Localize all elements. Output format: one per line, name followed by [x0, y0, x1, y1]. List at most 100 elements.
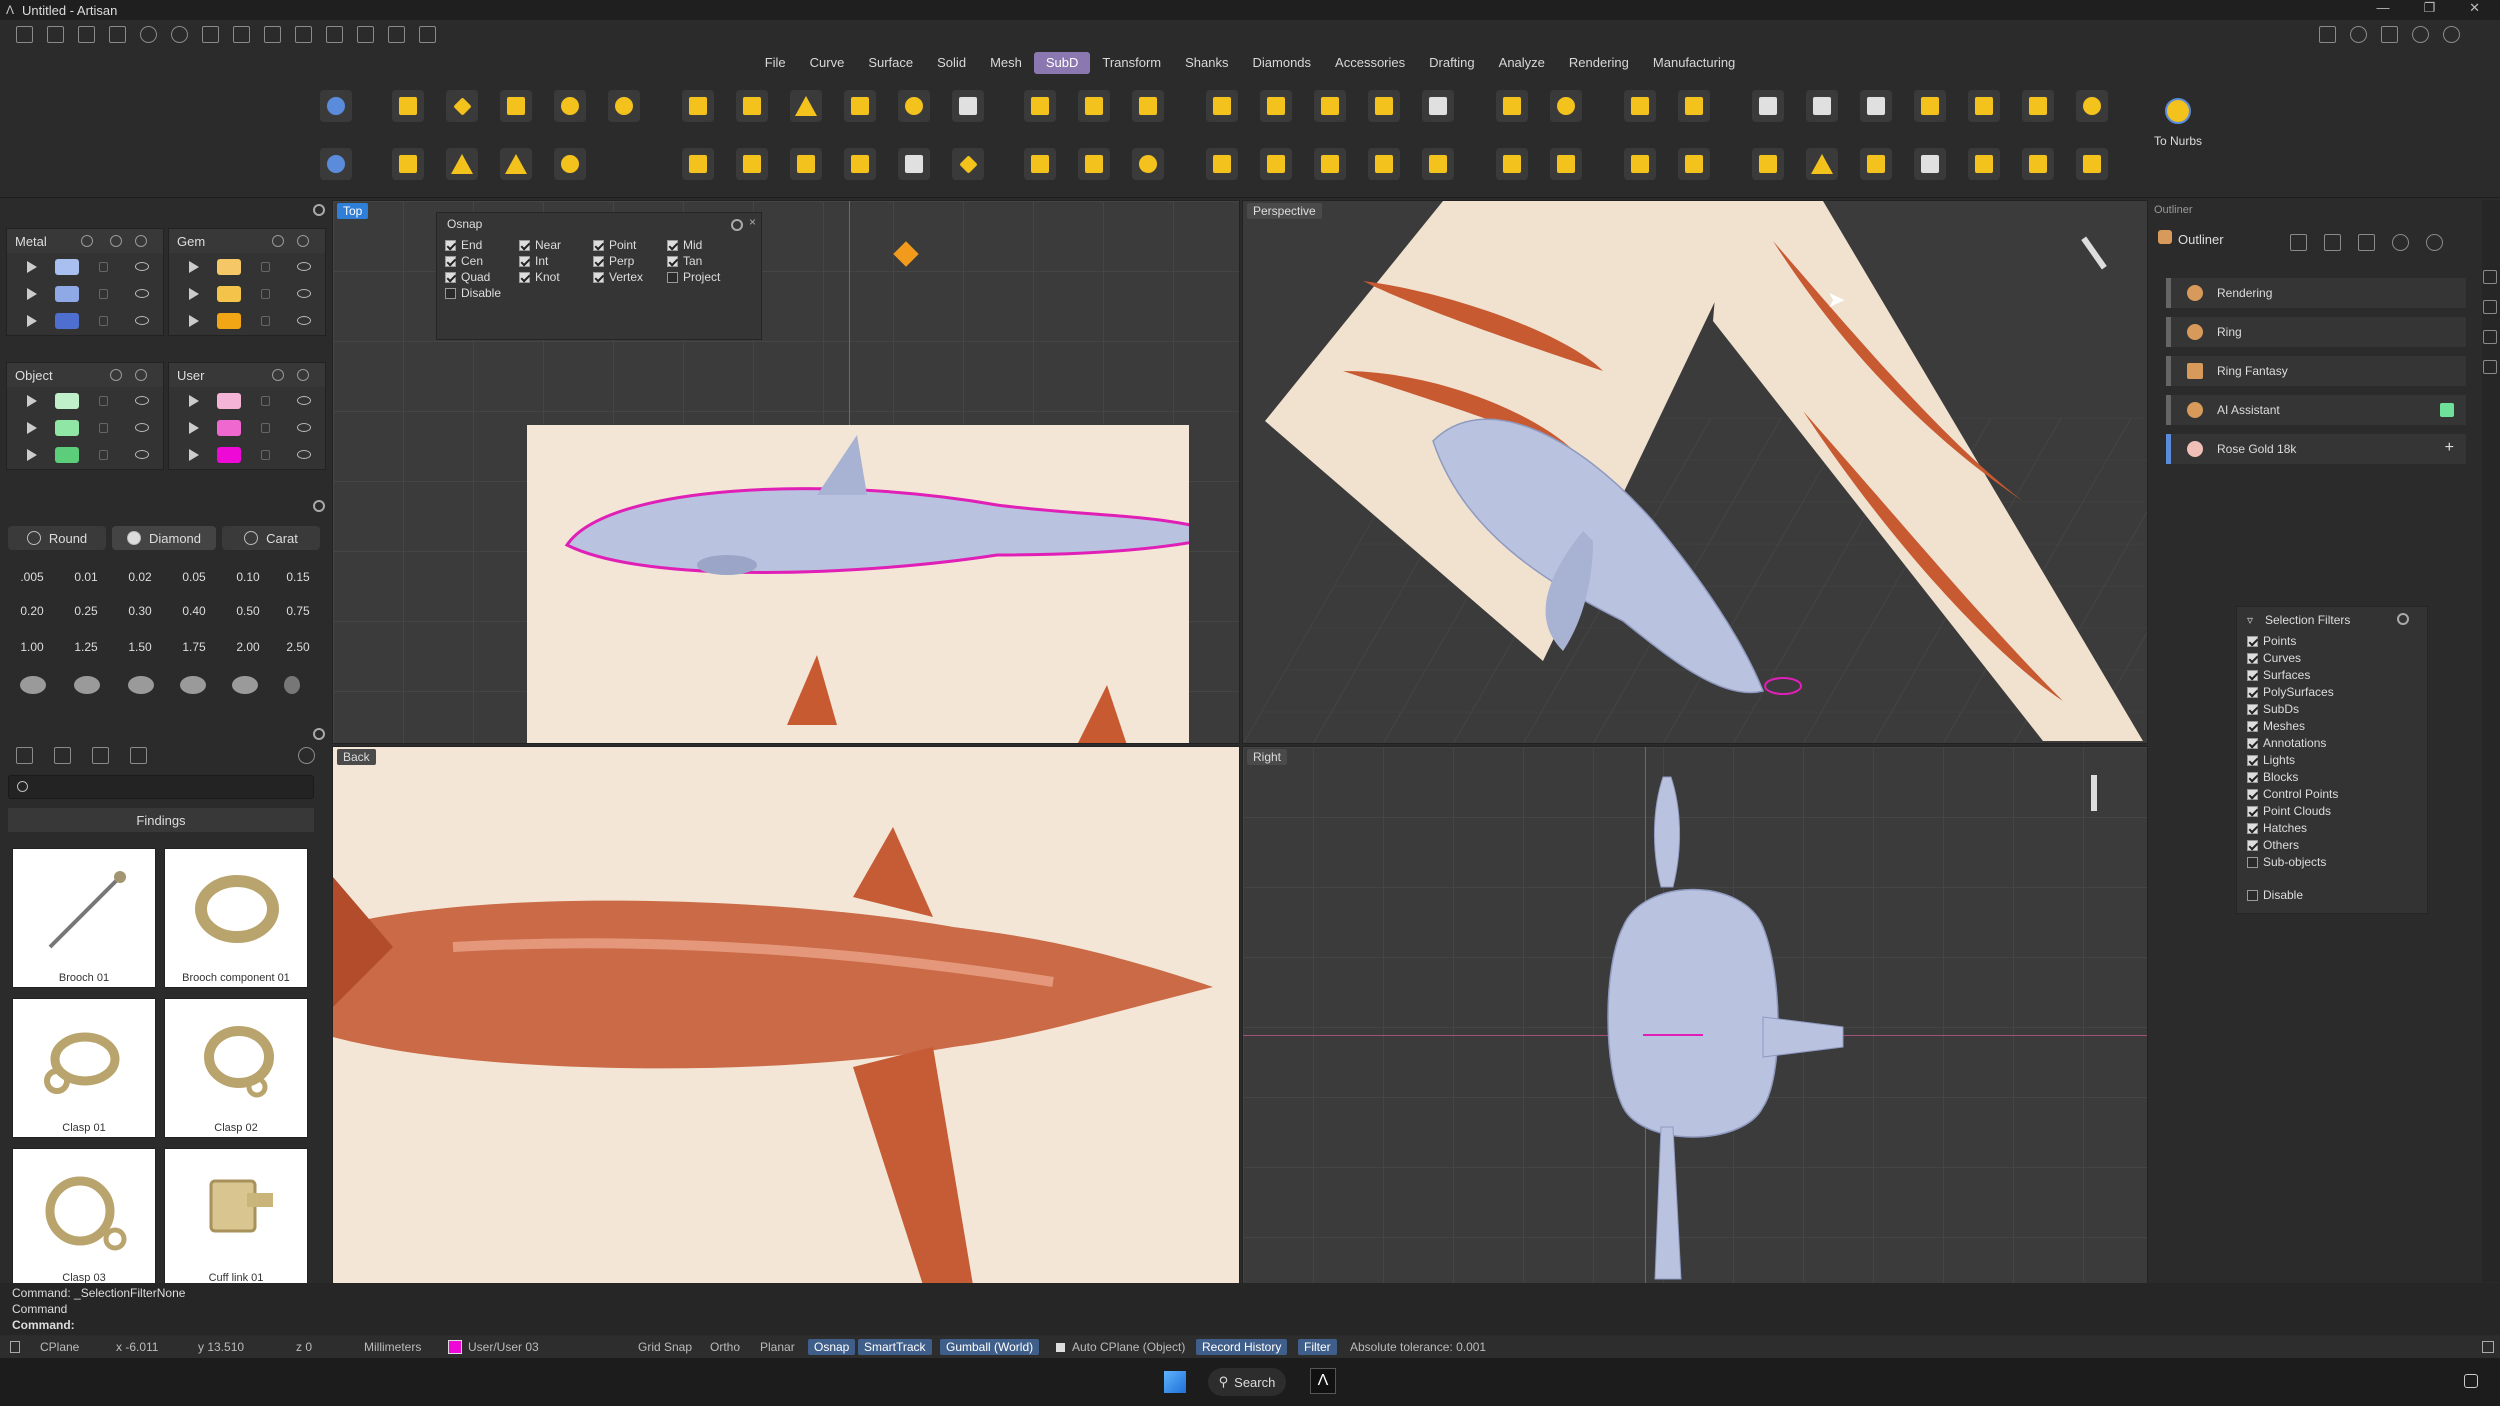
checkbox[interactable] [2247, 856, 2258, 868]
eye-icon[interactable] [297, 369, 309, 381]
gem-size-cell[interactable]: 1.00 [8, 634, 56, 660]
subd-tool-icon[interactable] [1496, 90, 1528, 122]
record-history-toggle[interactable]: Record History [1196, 1339, 1288, 1355]
viewport-label-perspective[interactable]: Perspective [1247, 203, 1322, 219]
subd-tool-icon[interactable] [1624, 90, 1656, 122]
tab-diamonds[interactable]: Diamonds [1241, 52, 1324, 74]
osnap-end[interactable]: End [445, 237, 482, 253]
layer-row[interactable] [169, 253, 325, 280]
layer-row[interactable] [169, 280, 325, 307]
subd-star-icon[interactable] [952, 148, 984, 180]
checkbox[interactable] [593, 255, 604, 267]
command-prompt[interactable]: Command: [12, 1318, 75, 1332]
image-folder-icon[interactable] [92, 747, 109, 764]
play-icon[interactable] [189, 261, 199, 273]
add-icon[interactable]: + [2445, 439, 2454, 457]
checkbox[interactable] [445, 287, 456, 299]
display-icon[interactable] [2381, 25, 2398, 43]
subd-tool-icon[interactable] [1078, 148, 1110, 180]
checkbox[interactable] [2247, 822, 2258, 834]
play-icon[interactable] [27, 315, 37, 327]
lock-icon[interactable] [110, 369, 122, 381]
gem-cut-round-icon[interactable] [20, 676, 46, 694]
ortho-toggle[interactable]: Ortho [710, 1339, 740, 1355]
properties-icon[interactable] [326, 25, 343, 43]
checkbox[interactable] [2247, 669, 2258, 681]
viewport-label-top[interactable]: Top [337, 203, 369, 219]
viewport-back[interactable]: Back [332, 746, 1240, 1284]
tab-accessories[interactable]: Accessories [1323, 52, 1417, 74]
eye-icon[interactable] [135, 450, 149, 459]
side-tool-icon[interactable] [2483, 300, 2497, 314]
lock-icon[interactable] [272, 369, 284, 381]
eye-icon[interactable] [135, 369, 147, 381]
filter-annotations[interactable]: Annotations [2247, 735, 2326, 751]
subd-torus-icon[interactable] [554, 148, 586, 180]
subd-tool-icon[interactable] [2022, 90, 2054, 122]
subd-tool-icon[interactable] [1024, 148, 1056, 180]
osnap-perp[interactable]: Perp [593, 253, 634, 269]
filter-surfaces[interactable]: Surfaces [2247, 667, 2310, 683]
lock-icon[interactable] [99, 289, 108, 299]
finding-item-brooch-01[interactable]: Brooch 01 [12, 848, 156, 988]
tab-analyze[interactable]: Analyze [1487, 52, 1557, 74]
gem-cut-cushion-icon[interactable] [128, 676, 154, 694]
side-tool-icon[interactable] [2483, 330, 2497, 344]
subd-tool-icon[interactable] [2022, 148, 2054, 180]
layer-color-swatch[interactable] [217, 286, 241, 302]
gear-icon[interactable] [2397, 613, 2409, 625]
refresh-icon[interactable] [2392, 234, 2409, 251]
outliner-item-rose-gold-18k[interactable]: Rose Gold 18k + [2166, 434, 2466, 464]
redo-icon[interactable] [171, 25, 188, 43]
tab-rendering[interactable]: Rendering [1557, 52, 1641, 74]
layer-row[interactable] [7, 441, 163, 468]
windows-start-icon[interactable] [1164, 1371, 1186, 1393]
play-icon[interactable] [27, 261, 37, 273]
subd-tool-icon[interactable] [320, 148, 352, 180]
osnap-point[interactable]: Point [593, 237, 636, 253]
folder-add-icon[interactable] [54, 747, 71, 764]
subd-sphere-icon[interactable] [554, 90, 586, 122]
gem-size-cell[interactable]: 1.50 [116, 634, 164, 660]
save-icon[interactable] [202, 25, 219, 43]
subd-tool-icon[interactable] [1860, 90, 1892, 122]
subd-tool-icon[interactable] [1752, 90, 1784, 122]
paste-icon[interactable] [419, 25, 436, 43]
gem-size-cell[interactable]: .005 [8, 564, 56, 590]
lock-icon[interactable] [261, 450, 270, 460]
osnap-mid[interactable]: Mid [667, 237, 702, 253]
subd-tool-icon[interactable] [320, 90, 352, 122]
import-icon[interactable] [295, 25, 312, 43]
viewport-label-right[interactable]: Right [1247, 749, 1288, 765]
tab-shanks[interactable]: Shanks [1173, 52, 1240, 74]
layer-color-swatch[interactable] [55, 286, 79, 302]
outliner-item-rendering[interactable]: Rendering [2166, 278, 2466, 308]
smarttrack-toggle[interactable]: SmartTrack [858, 1339, 932, 1355]
eye-icon[interactable] [135, 396, 149, 405]
checkbox[interactable] [519, 271, 530, 283]
osnap-tan[interactable]: Tan [667, 253, 702, 269]
gem-size-cell[interactable]: 0.25 [62, 598, 110, 624]
subd-tool-icon[interactable] [1550, 148, 1582, 180]
gem-cut-marquise-icon[interactable] [232, 676, 258, 694]
subd-primitive-icon[interactable] [392, 90, 424, 122]
open-folder-icon[interactable] [109, 25, 126, 43]
tab-file[interactable]: File [753, 52, 798, 74]
subd-tool-icon[interactable] [1132, 148, 1164, 180]
layer-color-swatch[interactable] [217, 447, 241, 463]
checkbox[interactable] [2247, 788, 2258, 800]
cut-icon[interactable] [357, 25, 374, 43]
gem-size-cell[interactable]: 0.40 [170, 598, 218, 624]
layer-row[interactable] [7, 414, 163, 441]
layout-icon[interactable] [2319, 25, 2336, 43]
checkbox[interactable] [519, 239, 530, 251]
filter-meshes[interactable]: Meshes [2247, 718, 2305, 734]
layer-row[interactable] [169, 307, 325, 334]
tab-subd[interactable]: SubD [1033, 52, 1091, 74]
subd-tool-icon[interactable] [1752, 148, 1784, 180]
panel-toggle-icon[interactable] [2482, 1341, 2494, 1353]
layer-color-swatch[interactable] [217, 313, 241, 329]
filter-curves[interactable]: Curves [2247, 650, 2301, 666]
subd-tool-icon[interactable] [1968, 148, 2000, 180]
checkbox[interactable] [519, 255, 530, 267]
